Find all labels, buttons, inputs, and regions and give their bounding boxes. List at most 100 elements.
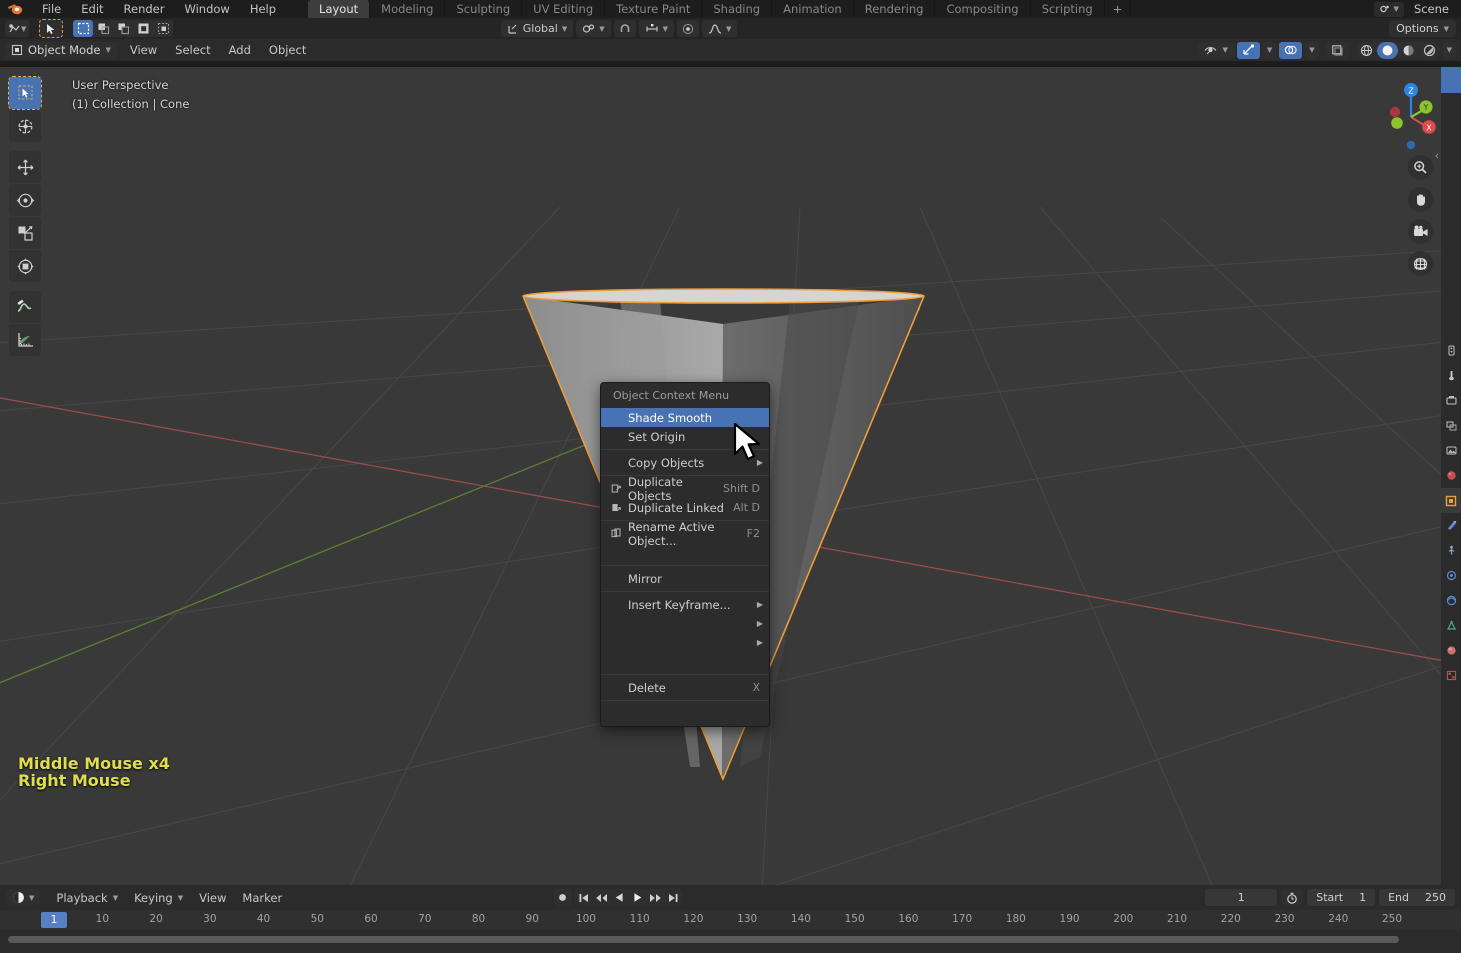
pivot-point-selector[interactable]: ▼ bbox=[576, 20, 611, 37]
workspace-tab-modeling[interactable]: Modeling bbox=[370, 0, 446, 18]
navigation-gizmo[interactable]: Z Y X bbox=[1373, 79, 1449, 155]
world-properties-icon[interactable] bbox=[1441, 463, 1461, 488]
transform-tool-icon[interactable] bbox=[9, 250, 41, 282]
shading-rendered-icon[interactable] bbox=[1419, 42, 1440, 59]
output-properties-icon[interactable] bbox=[1441, 388, 1461, 413]
prev-keyframe-icon[interactable] bbox=[593, 889, 611, 906]
jump-start-icon[interactable] bbox=[575, 889, 593, 906]
workspace-tab-sculpting[interactable]: Sculpting bbox=[445, 0, 523, 18]
select-box-tool-icon[interactable] bbox=[8, 76, 42, 110]
menu-window[interactable]: Window bbox=[174, 1, 239, 17]
workspace-tab-add[interactable]: + bbox=[1105, 0, 1132, 18]
menu-item-snap[interactable]: ▶ bbox=[601, 614, 769, 633]
properties-tab-active-indicator[interactable] bbox=[1441, 67, 1461, 93]
play-reverse-icon[interactable] bbox=[611, 889, 629, 906]
menu-item-rename-active-object[interactable]: Mirror bbox=[601, 569, 769, 588]
pan-hand-icon[interactable] bbox=[1408, 187, 1433, 212]
menu-render[interactable]: Render bbox=[114, 1, 175, 17]
interaction-mode-selector[interactable]: Object Mode ▼ bbox=[5, 41, 117, 59]
object-data-icon[interactable] bbox=[1441, 613, 1461, 638]
menu-edit[interactable]: Edit bbox=[71, 1, 113, 17]
timeline-menu-marker[interactable]: Marker bbox=[234, 890, 290, 906]
tool-properties-icon[interactable] bbox=[1441, 338, 1461, 363]
particle-properties-icon[interactable] bbox=[1441, 538, 1461, 563]
viewport-menu-select[interactable]: Select bbox=[166, 42, 219, 58]
menu-item-shade-smooth[interactable]: Shade Smooth bbox=[601, 408, 769, 427]
overlays-options-dropdown[interactable]: ▼ bbox=[1305, 41, 1319, 59]
object-properties-icon[interactable] bbox=[1441, 488, 1461, 513]
workspace-tab-uv-editing[interactable]: UV Editing bbox=[522, 0, 606, 18]
start-frame-value[interactable]: 1 bbox=[1359, 891, 1366, 904]
timeline-playhead[interactable]: 1 bbox=[41, 912, 67, 928]
physics-properties-icon[interactable] bbox=[1441, 563, 1461, 588]
menu-item-insert-keyframe[interactable]: Delete X bbox=[601, 678, 769, 697]
workspace-tab-scripting[interactable]: Scripting bbox=[1031, 0, 1105, 18]
menu-item-copy-objects[interactable]: Duplicate Objects Shift D bbox=[601, 475, 769, 503]
overlays-toggle[interactable] bbox=[1279, 41, 1303, 59]
select-subtract-icon[interactable] bbox=[113, 20, 133, 37]
object-context-menu[interactable]: Object Context Menu Shade Smooth Set Ori… bbox=[600, 382, 770, 727]
use-preview-range-toggle[interactable] bbox=[1281, 889, 1304, 906]
zoom-icon[interactable] bbox=[1408, 155, 1433, 180]
annotate-tool-icon[interactable] bbox=[9, 291, 41, 323]
proportional-falloff-selector[interactable]: ▼ bbox=[702, 20, 738, 37]
workspace-tab-shading[interactable]: Shading bbox=[702, 0, 773, 18]
workspace-tab-layout[interactable]: Layout bbox=[308, 0, 371, 18]
xray-toggle[interactable] bbox=[1325, 41, 1349, 59]
3d-viewport[interactable]: User Perspective (1) Collection | Cone M… bbox=[0, 67, 1461, 885]
timeline-menu-playback[interactable]: Playback ▼ bbox=[48, 890, 126, 906]
timeline-menu-keying[interactable]: Keying ▼ bbox=[126, 890, 191, 906]
move-tool-icon[interactable] bbox=[9, 151, 41, 183]
menu-item-paste-objects[interactable]: Duplicate Linked Alt D bbox=[601, 498, 769, 517]
scene-properties-icon[interactable] bbox=[1441, 438, 1461, 463]
snap-magnet-toggle[interactable] bbox=[613, 20, 636, 37]
snap-to-selector[interactable]: ▼ bbox=[638, 20, 675, 37]
viewport-menu-object[interactable]: Object bbox=[260, 42, 315, 58]
shading-options-dropdown[interactable]: ▼ bbox=[1442, 41, 1456, 59]
tweak-tool-icon[interactable] bbox=[39, 19, 64, 38]
shading-wireframe-icon[interactable] bbox=[1356, 42, 1377, 59]
select-intersect-icon[interactable] bbox=[153, 20, 173, 37]
camera-view-icon[interactable] bbox=[1408, 219, 1433, 244]
render-properties-icon[interactable] bbox=[1441, 363, 1461, 388]
jump-end-icon[interactable] bbox=[665, 889, 683, 906]
menu-item-mirror[interactable]: Insert Keyframe... ▶ bbox=[601, 595, 769, 614]
menu-file[interactable]: File bbox=[32, 1, 71, 17]
measure-tool-icon[interactable] bbox=[9, 324, 41, 356]
toggle-ortho-grid-icon[interactable] bbox=[1408, 251, 1433, 276]
gizmo-toggle[interactable] bbox=[1236, 41, 1260, 59]
rotate-tool-icon[interactable] bbox=[9, 184, 41, 216]
editor-type-icon[interactable]: ▼ bbox=[5, 20, 30, 37]
menu-item-parent[interactable]: ▶ bbox=[601, 633, 769, 652]
timeline-track-area[interactable] bbox=[0, 930, 1461, 953]
proportional-edit-toggle[interactable] bbox=[677, 20, 700, 37]
select-invert-icon[interactable] bbox=[133, 20, 153, 37]
blender-logo-icon[interactable] bbox=[4, 1, 26, 17]
gizmo-options-dropdown[interactable]: ▼ bbox=[1262, 41, 1277, 59]
cursor-tool-icon[interactable] bbox=[9, 110, 41, 142]
material-properties-icon[interactable] bbox=[1441, 638, 1461, 663]
frame-range-fields[interactable]: Start 1 bbox=[1307, 889, 1376, 906]
menu-help[interactable]: Help bbox=[240, 1, 286, 17]
play-icon[interactable] bbox=[629, 889, 647, 906]
timeline-menu-view[interactable]: View bbox=[191, 890, 234, 906]
transform-orientation-selector[interactable]: Global ▼ bbox=[500, 20, 574, 37]
end-frame-field[interactable]: End 250 bbox=[1379, 889, 1455, 906]
timeline-ruler[interactable]: 10 20 30 40 50 60 70 80 90 100 110 120 130 140 150 160 1… bbox=[0, 910, 1461, 930]
menu-item-duplicate-linked[interactable] bbox=[601, 543, 769, 562]
scale-tool-icon[interactable] bbox=[9, 217, 41, 249]
options-button[interactable]: Options ▼ bbox=[1389, 20, 1456, 37]
viewport-menu-view[interactable]: View bbox=[121, 42, 166, 58]
texture-properties-icon[interactable] bbox=[1441, 663, 1461, 688]
shading-material-icon[interactable] bbox=[1398, 42, 1419, 59]
workspace-tab-animation[interactable]: Animation bbox=[772, 0, 854, 18]
menu-item-delete[interactable] bbox=[601, 704, 769, 723]
shading-solid-icon[interactable] bbox=[1376, 41, 1398, 59]
menu-item-set-origin[interactable]: Copy Objects ▶ bbox=[601, 453, 769, 472]
workspace-tab-rendering[interactable]: Rendering bbox=[854, 0, 936, 18]
scene-selector[interactable]: ▼ bbox=[1373, 1, 1404, 17]
menu-item-duplicate-objects[interactable]: Rename Active Object... F2 bbox=[601, 520, 769, 548]
scene-name-label[interactable]: Scene bbox=[1408, 2, 1455, 16]
end-frame-value[interactable]: 250 bbox=[1425, 891, 1446, 904]
timeline-horizontal-scrollbar[interactable] bbox=[8, 936, 1399, 943]
